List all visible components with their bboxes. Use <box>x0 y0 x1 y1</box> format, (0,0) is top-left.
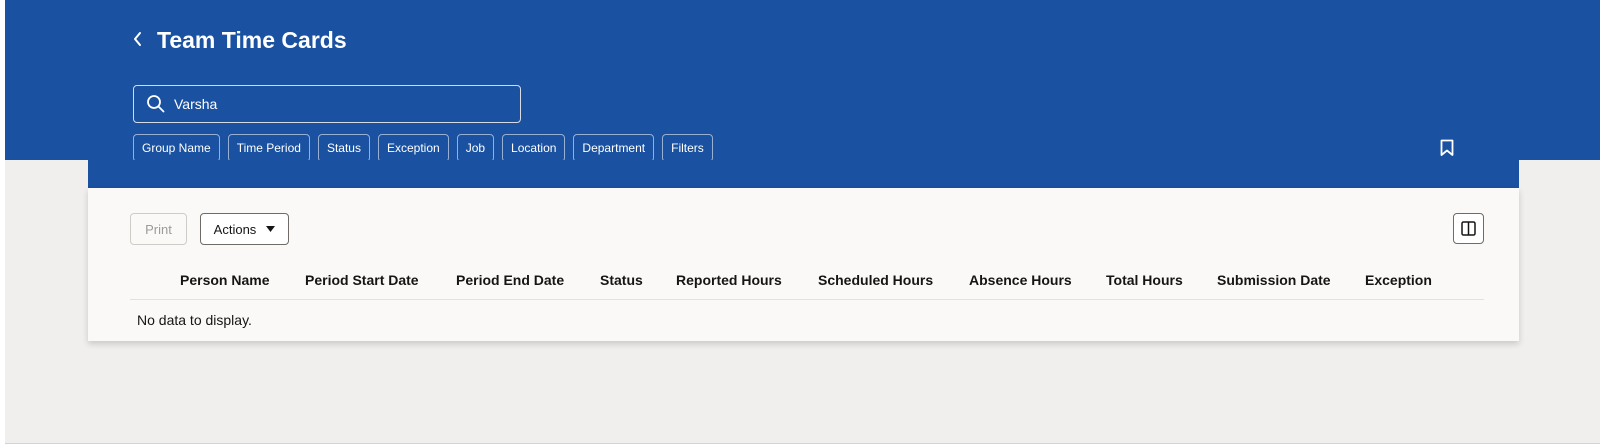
search-icon <box>146 94 166 114</box>
column-header-reported-hours[interactable]: Reported Hours <box>676 260 782 300</box>
actions-menu-button[interactable]: Actions <box>200 213 289 245</box>
filter-chip-status[interactable]: Status <box>317 134 370 162</box>
header-extension <box>88 160 1519 188</box>
bookmark-icon <box>1440 139 1454 156</box>
page-title: Team Time Cards <box>157 27 347 53</box>
filter-chip-group-name[interactable]: Group Name <box>133 134 220 162</box>
print-button[interactable]: Print <box>130 213 187 245</box>
results-panel: Print Actions Person Name Period Start D… <box>88 188 1519 341</box>
actions-label: Actions <box>213 221 257 237</box>
page-frame: Team Time Cards Group Name Time Period S… <box>5 0 1600 444</box>
bookmark-button[interactable] <box>1435 136 1459 160</box>
column-header-scheduled-hours[interactable]: Scheduled Hours <box>818 260 933 300</box>
column-header-period-start-date[interactable]: Period Start Date <box>305 260 419 300</box>
empty-table-message: No data to display. <box>137 312 252 328</box>
table-header-row: Person Name Period Start Date Period End… <box>130 260 1484 300</box>
column-header-status[interactable]: Status <box>600 260 643 300</box>
filter-chip-exception[interactable]: Exception <box>377 134 449 162</box>
time-cards-table: Person Name Period Start Date Period End… <box>130 260 1484 328</box>
columns-icon <box>1461 221 1476 236</box>
column-layout-button[interactable] <box>1453 213 1484 244</box>
filter-chips: Group Name Time Period Status Exception … <box>133 134 713 162</box>
filter-chip-filters[interactable]: Filters <box>662 134 713 162</box>
column-header-person-name[interactable]: Person Name <box>180 260 269 300</box>
filter-chip-location[interactable]: Location <box>502 134 566 162</box>
page-header: Team Time Cards Group Name Time Period S… <box>5 0 1600 162</box>
column-header-exception[interactable]: Exception <box>1365 260 1432 300</box>
back-button[interactable] <box>125 26 151 52</box>
search-input[interactable] <box>174 92 494 116</box>
chevron-left-icon <box>134 32 141 46</box>
column-header-period-end-date[interactable]: Period End Date <box>456 260 564 300</box>
search-box[interactable] <box>133 85 521 123</box>
filter-chip-job[interactable]: Job <box>456 134 495 162</box>
filter-chip-time-period[interactable]: Time Period <box>227 134 310 162</box>
column-header-total-hours[interactable]: Total Hours <box>1106 260 1183 300</box>
caret-down-icon <box>266 226 276 232</box>
column-header-submission-date[interactable]: Submission Date <box>1217 260 1331 300</box>
column-header-absence-hours[interactable]: Absence Hours <box>969 260 1072 300</box>
filter-chip-department[interactable]: Department <box>573 134 655 162</box>
